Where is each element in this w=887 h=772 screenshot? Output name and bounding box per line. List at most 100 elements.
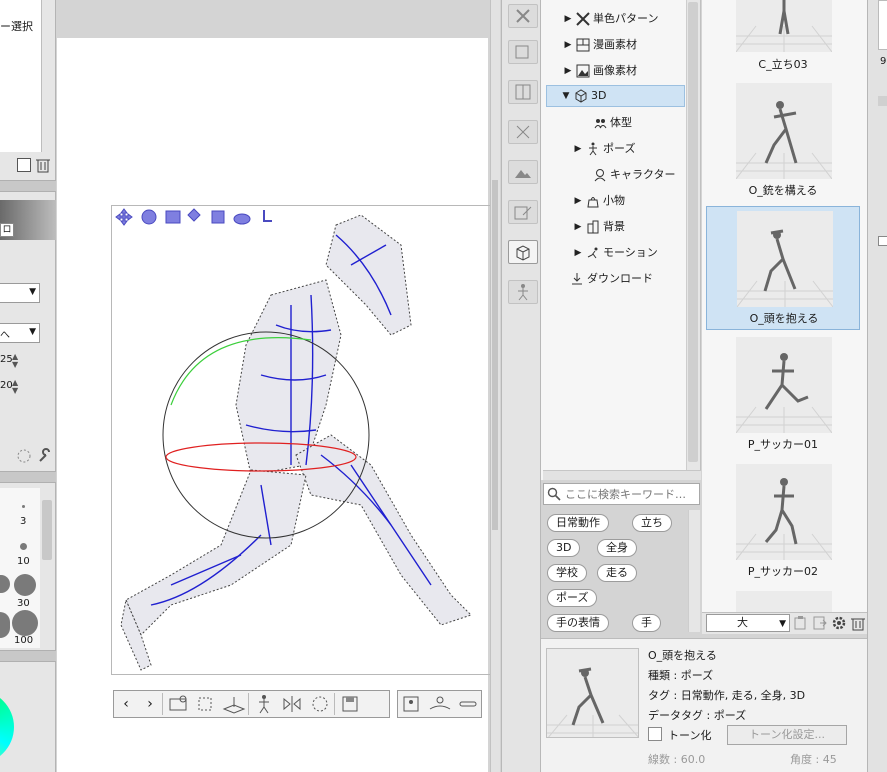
expand-arrow-icon[interactable]: ▶ — [573, 190, 583, 212]
tag-hand[interactable]: 手 — [632, 614, 661, 632]
tree-item-props[interactable]: ▶ 小物 — [573, 190, 625, 212]
camera-icon[interactable] — [162, 693, 192, 715]
tree-item-label: モーション — [603, 246, 658, 259]
expand-arrow-icon[interactable]: ▶ — [573, 216, 583, 238]
brush-size-label: 30 — [17, 598, 30, 609]
brush-size-dot[interactable] — [20, 543, 27, 550]
effect-category-icon[interactable] — [508, 120, 538, 144]
building-icon — [587, 220, 599, 234]
wrench-icon[interactable] — [37, 448, 53, 464]
reset-pose-icon[interactable] — [306, 693, 334, 715]
tag-scrollbar[interactable] — [688, 510, 700, 632]
canvas-scroll-thumb[interactable] — [492, 180, 498, 530]
tag-3d[interactable]: 3D — [547, 539, 581, 557]
thumbnail-item[interactable]: P_サッカー02 — [706, 460, 860, 584]
tree-item-pose[interactable]: ▶ ポーズ — [573, 138, 635, 160]
expand-arrow-icon[interactable]: ▶ — [563, 60, 573, 82]
material-category-strip — [501, 0, 541, 772]
trash-icon[interactable] — [36, 157, 50, 173]
tag-full-body[interactable]: 全身 — [597, 539, 637, 557]
tag-pose[interactable]: ポーズ — [547, 589, 598, 607]
tag-standing[interactable]: 立ち — [632, 514, 672, 532]
tree-item-label: 体型 — [610, 116, 632, 129]
collapse-arrow-icon[interactable]: ▼ — [561, 85, 571, 107]
3d-figure-model[interactable] — [111, 205, 491, 675]
ground-icon[interactable] — [220, 693, 248, 715]
spin-arrows-2[interactable]: ▲ ▼ — [12, 379, 18, 395]
brush-dropdown-2[interactable]: へ ▼ — [0, 323, 40, 343]
tree-scroll-thumb[interactable] — [688, 2, 698, 462]
3d-category-icon[interactable] — [508, 240, 538, 264]
detail-kind: 種類 : ポーズ — [648, 669, 714, 682]
tree-item-3d[interactable]: ▼ 3D — [546, 85, 685, 107]
angle-value: 角度 : 45 — [790, 753, 837, 766]
tag-daily-action[interactable]: 日常動作 — [547, 514, 609, 532]
search-box[interactable] — [543, 483, 700, 505]
brush-size-dot[interactable] — [14, 574, 36, 596]
thumbnail-item[interactable] — [706, 587, 860, 612]
pose-category-icon[interactable] — [508, 280, 538, 304]
thumbnail-item[interactable]: O_銃を構える — [706, 79, 860, 203]
replace-material-icon[interactable] — [812, 615, 828, 631]
expand-arrow-icon[interactable]: ▶ — [563, 34, 573, 56]
search-input[interactable] — [565, 487, 695, 501]
pose-icon[interactable] — [248, 693, 278, 715]
tree-splitter[interactable] — [543, 470, 701, 480]
tree-item-body-type[interactable]: 体型 — [580, 112, 632, 134]
brush-dropdown-1[interactable]: ▼ — [0, 283, 40, 303]
panel-divider-3 — [0, 650, 56, 662]
brush-size-dot[interactable] — [22, 505, 25, 508]
expand-arrow-icon[interactable]: ▶ — [573, 138, 583, 160]
hands-icon[interactable] — [426, 693, 454, 715]
tree-item-label: 3D — [591, 89, 607, 102]
tag-school[interactable]: 学校 — [547, 564, 587, 582]
prev-arrow-icon[interactable]: ‹ — [114, 696, 138, 712]
panel-divider — [0, 180, 56, 192]
paste-material-icon[interactable] — [793, 615, 809, 631]
tree-item-image-material[interactable]: ▶ 画像素材 — [563, 60, 637, 82]
spin-arrows-1[interactable]: ▲ ▼ — [12, 353, 18, 369]
edit-category-icon[interactable] — [508, 200, 538, 224]
new-layer-icon[interactable] — [17, 158, 31, 172]
palette-scroll-thumb[interactable] — [42, 500, 52, 560]
expand-arrow-icon[interactable]: ▶ — [573, 242, 583, 264]
gear-icon[interactable] — [831, 615, 847, 631]
reset-icon[interactable] — [16, 448, 32, 464]
next-arrow-icon[interactable]: › — [138, 696, 162, 712]
expand-arrow-icon[interactable]: ▶ — [563, 8, 573, 30]
image-category-icon[interactable] — [508, 160, 538, 184]
frame-category-icon[interactable] — [508, 80, 538, 104]
search-icon — [547, 487, 561, 501]
tree-item-label: 小物 — [603, 194, 625, 207]
thumbnail-item[interactable]: P_サッカー01 — [706, 333, 860, 457]
register-material-icon[interactable] — [334, 693, 364, 715]
bone-icon[interactable] — [454, 693, 482, 715]
texture-category-icon[interactable] — [508, 40, 538, 64]
tree-item-manga-material[interactable]: ▶ 漫画素材 — [563, 34, 637, 56]
color-wheel[interactable] — [0, 670, 14, 772]
side-checkbox[interactable] — [878, 236, 887, 246]
tag-running[interactable]: 走る — [597, 564, 637, 582]
tag-hand-expression[interactable]: 手の表情 — [547, 614, 609, 632]
tree-item-background[interactable]: ▶ 背景 — [573, 216, 625, 238]
tree-item-character[interactable]: キャラクター — [580, 164, 676, 186]
detail-data-tag: データタグ : ポーズ — [648, 709, 747, 722]
thumbnail-size-select[interactable]: 大 ▼ — [706, 614, 790, 632]
tree-item-motion[interactable]: ▶ モーション — [573, 242, 658, 264]
tone-settings-button[interactable]: トーン化設定... — [727, 725, 847, 745]
side-toggle[interactable] — [878, 96, 887, 106]
thumbnail-item-selected[interactable]: O_頭を抱える — [706, 206, 860, 330]
brush-toggle[interactable]: ロ — [0, 223, 14, 237]
trash-icon[interactable] — [850, 615, 866, 631]
thumbnail-item[interactable]: C_立ち03 — [706, 0, 860, 76]
tree-item-download[interactable]: ダウンロード — [570, 268, 653, 290]
thumbnail-image — [737, 211, 833, 307]
size-value-2: 20 — [0, 380, 13, 391]
pattern-category-icon[interactable] — [508, 4, 538, 28]
brush-size-dot[interactable] — [12, 610, 38, 636]
character-icon[interactable] — [398, 693, 426, 715]
flip-icon[interactable] — [278, 693, 306, 715]
tree-item-solid-pattern[interactable]: ▶ 単色パターン — [563, 8, 658, 30]
fit-view-icon[interactable] — [192, 693, 220, 715]
tone-checkbox[interactable] — [648, 727, 662, 741]
